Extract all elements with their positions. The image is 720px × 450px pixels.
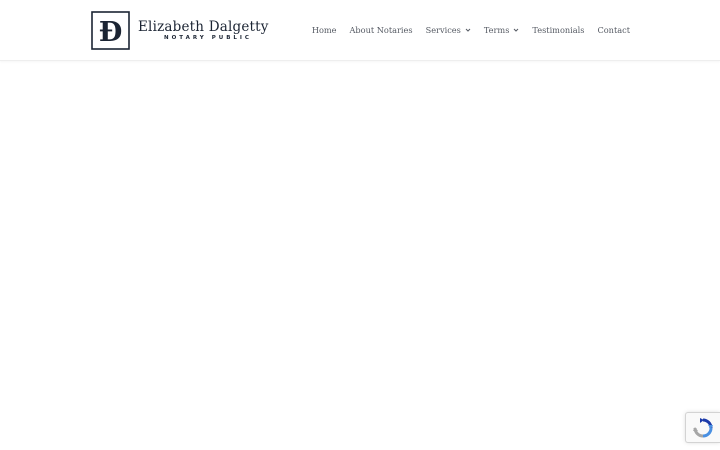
- nav-item-contact[interactable]: Contact: [597, 25, 630, 35]
- svg-text:Ð: Ð: [99, 17, 123, 48]
- logo-name: Elizabeth Dalgetty: [138, 19, 269, 35]
- logo-text: Elizabeth Dalgetty NOTARY PUBLIC: [138, 19, 269, 42]
- main-nav: Home About Notaries Services Terms Testi…: [312, 22, 630, 38]
- nav-item-terms[interactable]: Terms: [484, 25, 520, 35]
- site-header: Ð Elizabeth Dalgetty NOTARY PUBLIC Home …: [0, 0, 720, 61]
- page: Ð Elizabeth Dalgetty NOTARY PUBLIC Home …: [0, 0, 720, 450]
- chevron-down-icon: [465, 28, 471, 32]
- nav-item-label: Services: [425, 25, 461, 35]
- site-logo[interactable]: Ð Elizabeth Dalgetty NOTARY PUBLIC: [91, 11, 269, 50]
- monogram-logo-icon: Ð: [91, 11, 130, 50]
- nav-item-label: Testimonials: [532, 25, 585, 35]
- chevron-down-icon: [514, 28, 519, 32]
- nav-item-home[interactable]: Home: [312, 25, 337, 35]
- nav-item-testimonials[interactable]: Testimonials: [532, 25, 584, 35]
- nav-item-label: Terms: [483, 25, 510, 35]
- logo-subtitle: NOTARY PUBLIC: [164, 35, 252, 41]
- nav-item-services[interactable]: Services: [426, 25, 471, 35]
- recaptcha-badge[interactable]: [685, 412, 720, 443]
- nav-item-label: About Notaries: [349, 25, 413, 35]
- nav-item-about-notaries[interactable]: About Notaries: [350, 25, 413, 35]
- recaptcha-icon: [693, 417, 713, 437]
- nav-item-label: Contact: [597, 25, 630, 35]
- nav-item-label: Home: [311, 25, 337, 35]
